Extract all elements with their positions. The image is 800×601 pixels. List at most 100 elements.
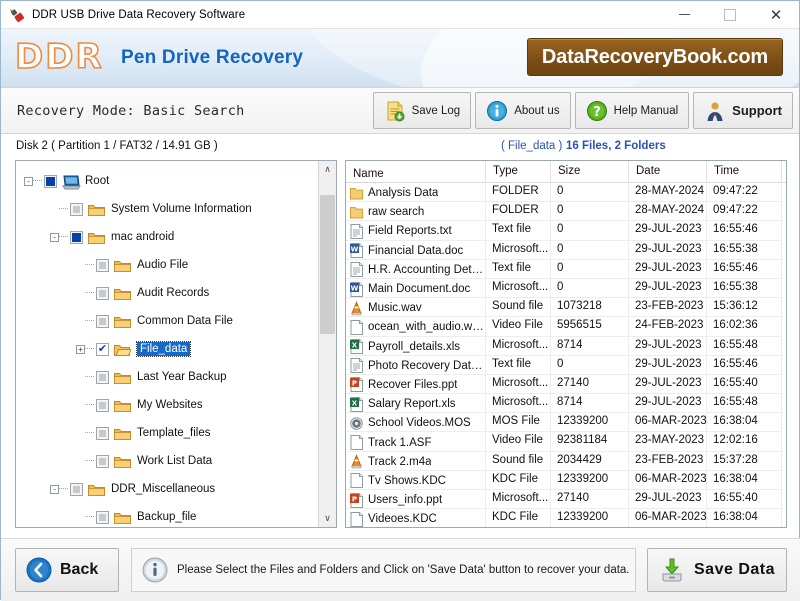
column-header-size[interactable]: Size (551, 161, 629, 183)
tree-node-label: Last Year Backup (137, 371, 227, 383)
cell-type: Sound file (486, 298, 551, 317)
cell-type: Text file (486, 221, 551, 240)
table-row[interactable]: PUsers_info.pptMicrosoft...2714029-JUL-2… (346, 490, 786, 509)
help-manual-button[interactable]: ? Help Manual (575, 92, 690, 129)
cell-time: 16:02:36 (707, 317, 782, 336)
cell-name: Track 2.m4a (346, 452, 486, 471)
file-name-label: Videoes.KDC (368, 513, 437, 525)
tree-checkbox[interactable] (96, 399, 109, 412)
column-header-type[interactable]: Type (486, 161, 551, 183)
tree-checkbox[interactable] (96, 427, 109, 440)
tree-node[interactable]: -mac android (16, 223, 320, 251)
tree-checkbox[interactable] (96, 315, 109, 328)
tree-checkbox[interactable] (70, 203, 83, 216)
file-name-label: Financial Data.doc (368, 245, 463, 257)
disk-label: Disk 2 ( Partition 1 / FAT32 / 14.91 GB … (16, 140, 218, 152)
tree-node[interactable]: Common Data File (16, 307, 320, 335)
cell-time: 16:55:38 (707, 279, 782, 298)
table-row[interactable]: XPayroll_details.xlsMicrosoft...871429-J… (346, 337, 786, 356)
cell-size: 0 (551, 221, 629, 240)
table-row[interactable]: PRecover Files.pptMicrosoft...2714029-JU… (346, 375, 786, 394)
table-row[interactable]: Track 2.m4aSound file203442923-FEB-20231… (346, 452, 786, 471)
svg-text:P: P (352, 495, 357, 503)
cell-name: H.R. Accounting Deta... (346, 260, 486, 279)
tree-checkbox[interactable] (96, 371, 109, 384)
cell-type: KDC File (486, 509, 551, 528)
folder-icon (114, 427, 131, 440)
cell-type: FOLDER (486, 183, 551, 202)
site-badge[interactable]: DataRecoveryBook.com (527, 38, 783, 76)
tree-checkbox[interactable]: ✔ (96, 343, 109, 356)
site-badge-label: DataRecoveryBook.com (542, 46, 768, 69)
tree-node[interactable]: Work List Data (16, 447, 320, 475)
cell-size: 0 (551, 241, 629, 260)
tree-checkbox[interactable] (44, 175, 57, 188)
tree-checkbox[interactable] (70, 483, 83, 496)
tree-node[interactable]: Audit Records (16, 279, 320, 307)
cell-type: Microsoft... (486, 241, 551, 260)
about-us-button[interactable]: About us (475, 92, 570, 129)
table-row[interactable]: Tv Shows.KDCKDC File1233920006-MAR-20231… (346, 471, 786, 490)
tree-node[interactable]: -DDR_Miscellaneous (16, 475, 320, 503)
cell-size: 0 (551, 260, 629, 279)
cell-name: School Videos.MOS (346, 413, 486, 432)
tree-checkbox[interactable] (70, 231, 83, 244)
cell-date: 29-JUL-2023 (629, 279, 707, 298)
column-header-date[interactable]: Date (629, 161, 707, 183)
table-row[interactable]: H.R. Accounting Deta...Text file029-JUL-… (346, 260, 786, 279)
column-header-time[interactable]: Time (707, 161, 782, 183)
save-drive-icon (659, 557, 685, 583)
tree-node[interactable]: Last Year Backup (16, 363, 320, 391)
scroll-down-icon[interactable]: ∨ (319, 510, 336, 527)
tree-node[interactable]: +✔File_data (16, 335, 320, 363)
table-row[interactable]: School Videos.MOSMOS File1233920006-MAR-… (346, 413, 786, 432)
table-row[interactable]: ocean_with_audio.wmvVideo File595651524-… (346, 317, 786, 336)
tree-checkbox[interactable] (96, 511, 109, 524)
table-row[interactable]: Track 1.ASFVideo File9238118423-MAY-2023… (346, 432, 786, 451)
collapse-toggle-icon[interactable]: - (50, 485, 59, 494)
scrollbar-thumb[interactable] (320, 195, 335, 334)
tree-node[interactable]: -Root (16, 167, 320, 195)
scroll-up-icon[interactable]: ∧ (319, 161, 336, 178)
computer-icon (62, 175, 79, 188)
table-row[interactable]: Field Reports.txtText file029-JUL-202316… (346, 221, 786, 240)
table-row[interactable]: WMain Document.docMicrosoft...029-JUL-20… (346, 279, 786, 298)
expand-toggle-icon[interactable]: + (76, 345, 85, 354)
tree-node[interactable]: Template_files (16, 419, 320, 447)
tree-scrollbar[interactable]: ∧ ∨ (318, 161, 336, 527)
minimize-button[interactable] (661, 1, 707, 28)
back-button[interactable]: Back (15, 548, 119, 592)
maximize-button[interactable] (707, 1, 753, 28)
folder-tree-pane: -RootSystem Volume Information-mac andro… (15, 160, 337, 528)
cell-date: 29-JUL-2023 (629, 356, 707, 375)
info-icon (486, 100, 508, 122)
tree-checkbox[interactable] (96, 455, 109, 468)
tree-checkbox[interactable] (96, 259, 109, 272)
save-data-button[interactable]: Save Data (647, 548, 787, 592)
table-row[interactable]: Videoes.KDCKDC File1233920006-MAR-202316… (346, 509, 786, 528)
support-button[interactable]: Support (693, 92, 793, 129)
save-log-button[interactable]: Save Log (373, 92, 472, 129)
tree-node[interactable]: Backup_file (16, 503, 320, 528)
table-row[interactable]: XSalary Report.xlsMicrosoft...871429-JUL… (346, 394, 786, 413)
folder-icon (350, 205, 363, 220)
file-name-label: Salary Report.xls (368, 398, 456, 410)
tree-spacer (76, 429, 85, 438)
table-row[interactable]: WFinancial Data.docMicrosoft...029-JUL-2… (346, 241, 786, 260)
close-button[interactable]: ✕ (753, 1, 799, 28)
tree-node[interactable]: System Volume Information (16, 195, 320, 223)
table-row[interactable]: Music.wavSound file107321823-FEB-202315:… (346, 298, 786, 317)
column-header-name[interactable]: Name (346, 161, 486, 183)
tree-connector (59, 236, 68, 238)
table-row[interactable]: Analysis DataFOLDER028-MAY-202409:47:22 (346, 183, 786, 202)
collapse-toggle-icon[interactable]: - (24, 177, 33, 186)
table-row[interactable]: raw searchFOLDER028-MAY-202409:47:22 (346, 202, 786, 221)
tree-node[interactable]: Audio File (16, 251, 320, 279)
tree-node[interactable]: My Websites (16, 391, 320, 419)
svg-text:W: W (351, 284, 359, 292)
tree-checkbox[interactable] (96, 287, 109, 300)
collapse-toggle-icon[interactable]: - (50, 233, 59, 242)
table-row[interactable]: Photo Recovery Data...Text file029-JUL-2… (346, 356, 786, 375)
selected-folder-label: ( File_data ) (501, 140, 562, 152)
cell-time: 16:38:04 (707, 471, 782, 490)
